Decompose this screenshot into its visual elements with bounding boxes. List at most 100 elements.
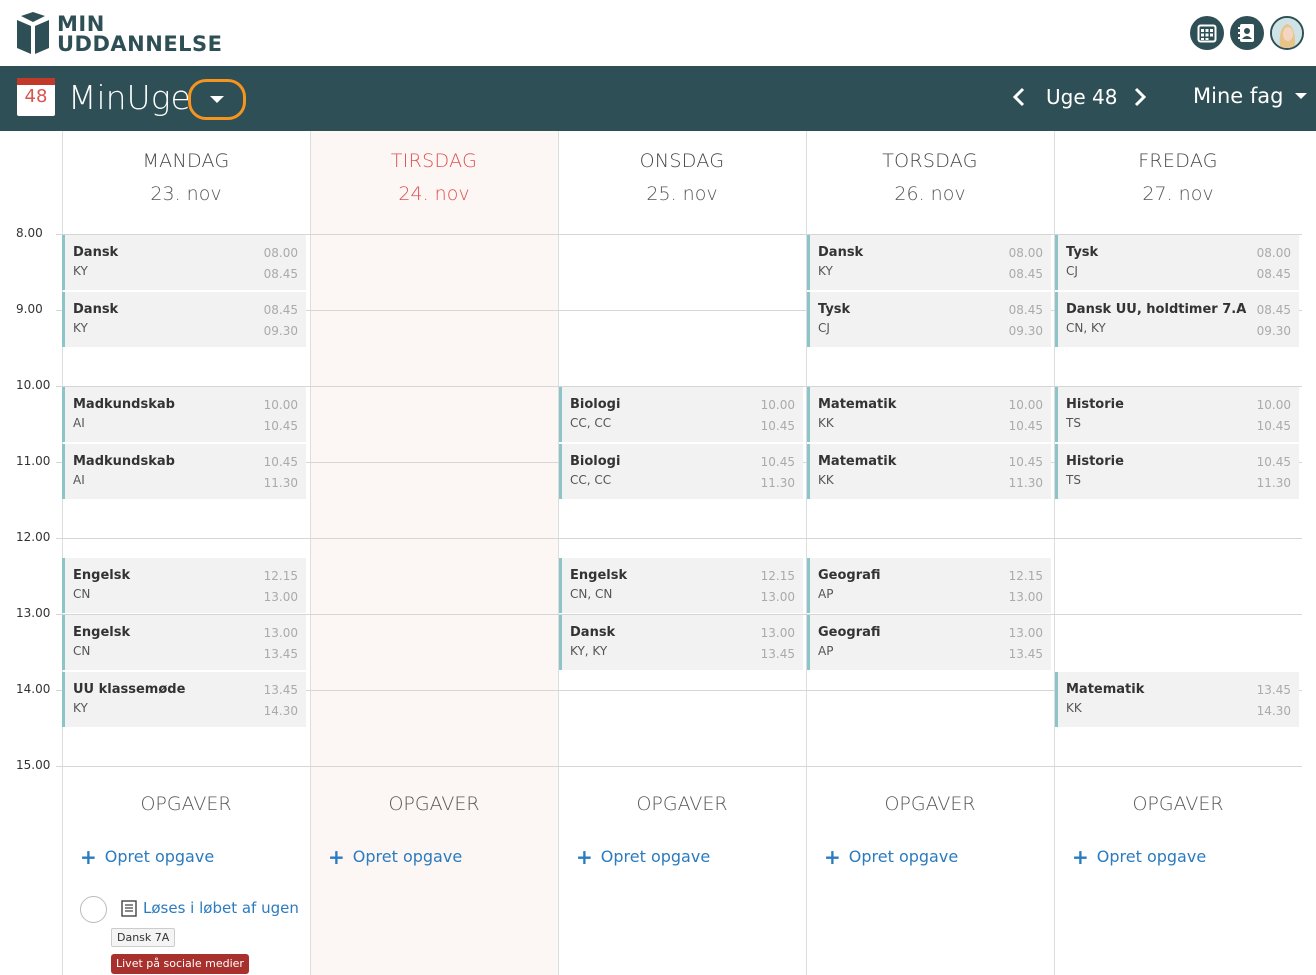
hour-label: 9.00 — [16, 302, 43, 316]
min-uddannelse-logo[interactable]: MIN UDDANNELSE — [15, 12, 223, 56]
contacts-button[interactable] — [1230, 16, 1264, 50]
lesson-subject: Matematik — [818, 454, 897, 469]
lesson-event[interactable]: Madkundskab AI 10.00 10.45 — [62, 387, 306, 442]
day-header-fredag: FREDAG 27. nov — [1054, 131, 1302, 234]
lesson-subject: Biologi — [570, 397, 621, 412]
lesson-event[interactable]: Engelsk CN 13.00 13.45 — [62, 615, 306, 670]
lesson-teacher: KY, KY — [570, 644, 608, 658]
lesson-event[interactable]: Tysk CJ 08.00 08.45 — [1055, 235, 1299, 290]
lesson-event[interactable]: Dansk KY 08.00 08.45 — [62, 235, 306, 290]
create-task-label: Opret opgave — [848, 847, 959, 866]
lesson-event[interactable]: Dansk KY, KY 13.00 13.45 — [559, 615, 803, 670]
lesson-subject: Dansk — [73, 245, 119, 260]
lesson-start-time: 10.00 — [760, 398, 795, 412]
day-date: 26. nov — [894, 183, 966, 205]
lesson-event[interactable]: Dansk KY 08.00 08.45 — [807, 235, 1051, 290]
lesson-teacher: AP — [818, 587, 834, 601]
lesson-end-time: 09.30 — [1008, 324, 1043, 338]
lesson-event[interactable]: Geografi AP 12.15 13.00 — [807, 558, 1051, 613]
document-icon — [121, 900, 137, 917]
profile-picture-icon — [1272, 18, 1302, 48]
lesson-start-time: 08.45 — [1256, 303, 1291, 317]
lesson-event[interactable]: Historie TS 10.45 11.30 — [1055, 444, 1299, 499]
lesson-start-time: 12.15 — [1008, 569, 1043, 583]
create-task-button[interactable]: + Opret opgave — [576, 844, 710, 869]
lesson-subject: Madkundskab — [73, 397, 175, 412]
lesson-event[interactable]: Engelsk CN, CN 12.15 13.00 — [559, 558, 803, 613]
lesson-end-time: 13.45 — [760, 647, 795, 661]
next-week-button[interactable] — [1128, 84, 1152, 110]
topic-tag: Livet på sociale medier — [111, 954, 249, 974]
lesson-end-time: 09.30 — [263, 324, 298, 338]
lesson-start-time: 10.00 — [1008, 398, 1043, 412]
lesson-start-time: 13.00 — [1008, 626, 1043, 640]
lesson-subject: Dansk — [570, 625, 616, 640]
lesson-start-time: 10.45 — [263, 455, 298, 469]
lesson-event[interactable]: Dansk UU, holdtimer 7.A CN, KY 08.45 09.30 — [1055, 292, 1299, 347]
lesson-subject: Engelsk — [73, 568, 131, 583]
lesson-start-time: 10.45 — [1256, 455, 1291, 469]
lesson-subject: Tysk — [818, 302, 851, 317]
lesson-start-time: 10.00 — [1256, 398, 1291, 412]
lesson-event[interactable]: Geografi AP 13.00 13.45 — [807, 615, 1051, 670]
tasks-title: OPGAVER — [140, 793, 232, 815]
plus-icon: + — [1072, 844, 1089, 869]
plus-icon: + — [824, 844, 841, 869]
column-divider — [310, 131, 311, 975]
day-date: 27. nov — [1142, 183, 1214, 205]
day-name: MANDAG — [142, 150, 230, 172]
plus-icon: + — [80, 844, 97, 869]
calendar-button[interactable] — [1190, 16, 1224, 50]
lesson-event[interactable]: Dansk KY 08.45 09.30 — [62, 292, 306, 347]
day-name: TORSDAG — [882, 150, 978, 172]
lesson-end-time: 14.30 — [1256, 704, 1291, 718]
lesson-event[interactable]: Biologi CC, CC 10.45 11.30 — [559, 444, 803, 499]
lesson-teacher: KY — [73, 701, 88, 715]
lesson-teacher: CC, CC — [570, 473, 612, 487]
lesson-event[interactable]: Matematik KK 10.45 11.30 — [807, 444, 1051, 499]
lesson-subject: Matematik — [818, 397, 897, 412]
lesson-end-time: 08.45 — [1008, 267, 1043, 281]
subject-filter-label: Mine fag — [1193, 84, 1284, 108]
lesson-subject: Historie — [1066, 397, 1124, 412]
hour-label: 13.00 — [16, 606, 51, 620]
lesson-event[interactable]: Matematik KK 10.00 10.45 — [807, 387, 1051, 442]
lesson-event[interactable]: Biologi CC, CC 10.00 10.45 — [559, 387, 803, 442]
user-avatar[interactable] — [1270, 16, 1304, 50]
task-complete-checkbox[interactable] — [80, 896, 107, 923]
lesson-subject: Dansk UU, holdtimer 7.A — [1066, 302, 1247, 317]
lesson-start-time: 13.45 — [263, 683, 298, 697]
lesson-start-time: 10.45 — [760, 455, 795, 469]
lesson-start-time: 08.00 — [1256, 246, 1291, 260]
lesson-event[interactable]: Historie TS 10.00 10.45 — [1055, 387, 1299, 442]
lesson-end-time: 13.00 — [1008, 590, 1043, 604]
task-title-link[interactable]: Løses i løbet af ugen — [143, 899, 299, 917]
create-task-button[interactable]: + Opret opgave — [328, 847, 462, 867]
create-task-button[interactable]: + Opret opgave — [1072, 844, 1206, 869]
chevron-left-icon — [1012, 87, 1025, 107]
lesson-subject: Engelsk — [73, 625, 131, 640]
day-name: ONSDAG — [639, 150, 725, 172]
plus-icon: + — [576, 844, 593, 869]
lesson-teacher: AI — [73, 416, 85, 430]
class-tag: Dansk 7A — [111, 928, 176, 947]
create-task-button[interactable]: + Opret opgave — [80, 844, 214, 869]
lesson-event[interactable]: Madkundskab AI 10.45 11.30 — [62, 444, 306, 499]
title-dropdown-toggle[interactable] — [188, 79, 246, 120]
lesson-event[interactable]: UU klassemøde KY 13.45 14.30 — [62, 672, 306, 727]
lesson-event[interactable]: Tysk CJ 08.45 09.30 — [807, 292, 1051, 347]
lesson-end-time: 09.30 — [1256, 324, 1291, 338]
day-header-mandag: MANDAG 23. nov — [62, 131, 310, 234]
hour-gridline — [56, 766, 1302, 767]
address-book-icon — [1238, 24, 1254, 42]
subject-filter-dropdown[interactable]: Mine fag — [1193, 84, 1308, 108]
lesson-event[interactable]: Engelsk CN 12.15 13.00 — [62, 558, 306, 613]
hour-label: 11.00 — [16, 454, 51, 468]
previous-week-button[interactable] — [1007, 84, 1031, 110]
lesson-event[interactable]: Matematik KK 13.45 14.30 — [1055, 672, 1299, 727]
lesson-teacher: CJ — [1066, 264, 1078, 278]
lesson-end-time: 10.45 — [263, 419, 298, 433]
page-title: MinUge — [68, 78, 191, 117]
create-task-button[interactable]: + Opret opgave — [824, 844, 959, 869]
lesson-teacher: CN, KY — [1066, 321, 1106, 335]
